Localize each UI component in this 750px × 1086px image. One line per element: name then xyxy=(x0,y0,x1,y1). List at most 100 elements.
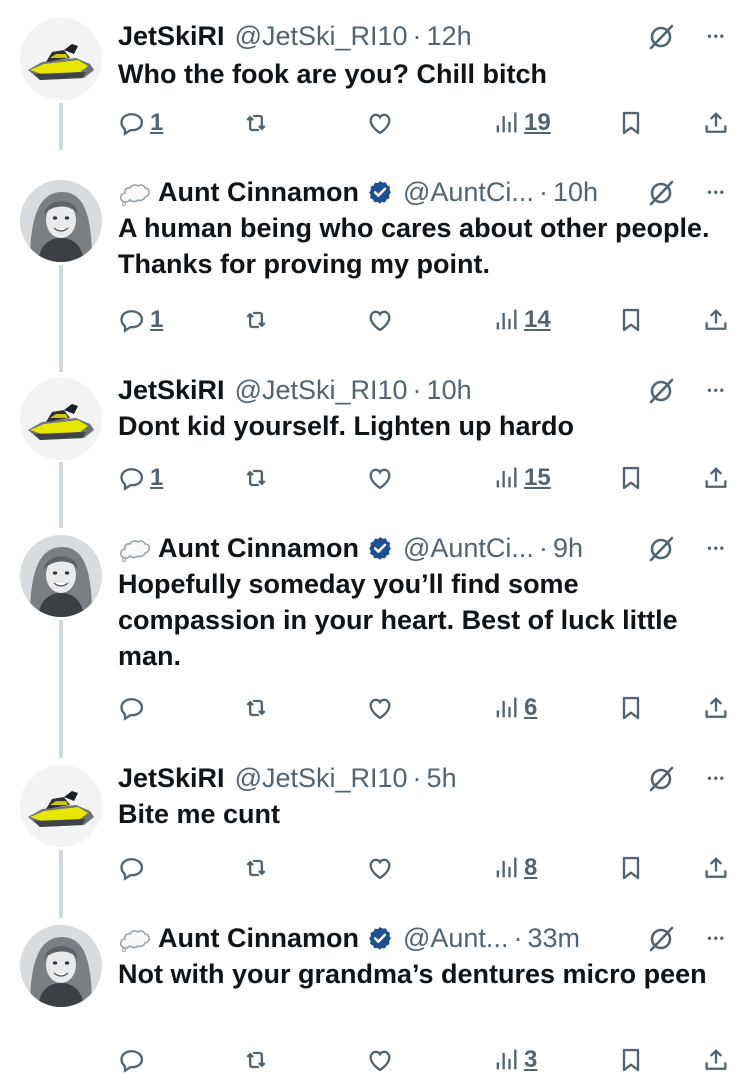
timestamp[interactable]: 12h xyxy=(427,16,472,56)
share-button[interactable] xyxy=(702,458,730,498)
like-icon xyxy=(366,694,394,722)
share-button[interactable] xyxy=(702,300,730,340)
timestamp[interactable]: 33m xyxy=(527,918,580,958)
reply-icon xyxy=(118,464,146,492)
cloud-emoji-icon xyxy=(118,924,152,952)
tweet-actions: 6 xyxy=(0,688,750,728)
cloud-emoji-icon xyxy=(118,178,152,206)
share-button[interactable] xyxy=(702,688,730,728)
tweet-text: Bite me cunt xyxy=(118,799,281,829)
grok-icon[interactable] xyxy=(646,764,676,794)
timestamp[interactable]: 9h xyxy=(553,528,583,568)
views-button[interactable]: 6 xyxy=(492,688,537,728)
views-count: 3 xyxy=(524,1046,538,1073)
tweet-actions: 3 xyxy=(0,1040,750,1080)
author-handle[interactable]: @Aunt... xyxy=(403,918,508,958)
more-icon[interactable]: ••• xyxy=(707,172,726,212)
views-button[interactable]: 15 xyxy=(492,458,551,498)
dot-separator: · xyxy=(412,375,422,405)
bookmark-button[interactable] xyxy=(617,300,645,340)
reply-icon xyxy=(118,854,146,882)
retweet-button[interactable] xyxy=(242,688,274,728)
avatar[interactable] xyxy=(20,180,102,262)
more-icon[interactable]: ••• xyxy=(707,758,726,798)
author-handle[interactable]: @JetSki_RI10 xyxy=(235,16,408,56)
reply-button[interactable] xyxy=(118,1040,150,1080)
share-icon xyxy=(702,1046,730,1074)
views-button[interactable]: 8 xyxy=(492,848,537,888)
author-handle[interactable]: @JetSki_RI10 xyxy=(235,370,408,410)
grok-icon[interactable] xyxy=(646,924,676,954)
reply-button[interactable] xyxy=(118,848,150,888)
grok-icon[interactable] xyxy=(646,178,676,208)
timestamp[interactable]: 5h xyxy=(427,758,457,798)
replies-count: 1 xyxy=(150,306,164,333)
author-name[interactable]: JetSkiRI xyxy=(118,16,225,56)
retweet-icon xyxy=(242,306,270,334)
tweet-text: Hopefully someday you’ll find some compa… xyxy=(118,569,678,671)
timestamp[interactable]: 10h xyxy=(427,370,472,410)
like-icon xyxy=(366,464,394,492)
author-name[interactable]: Aunt Cinnamon xyxy=(158,918,359,958)
share-button[interactable] xyxy=(702,848,730,888)
profile-photo-image xyxy=(20,925,102,1007)
like-button[interactable] xyxy=(366,688,398,728)
cloud-emoji-icon xyxy=(118,534,152,562)
retweet-icon xyxy=(242,854,270,882)
retweet-button[interactable] xyxy=(242,103,274,143)
grok-icon[interactable] xyxy=(646,22,676,52)
dot-separator: · xyxy=(513,923,523,953)
share-icon xyxy=(702,854,730,882)
timestamp[interactable]: 10h xyxy=(553,172,598,212)
views-icon xyxy=(492,854,520,882)
bookmark-button[interactable] xyxy=(617,688,645,728)
views-icon xyxy=(492,1046,520,1074)
author-name[interactable]: JetSkiRI xyxy=(118,758,225,798)
retweet-button[interactable] xyxy=(242,848,274,888)
like-button[interactable] xyxy=(366,848,398,888)
more-icon[interactable]: ••• xyxy=(707,370,726,410)
like-button[interactable] xyxy=(366,458,398,498)
author-handle[interactable]: @AuntCi... xyxy=(403,528,534,568)
more-icon[interactable]: ••• xyxy=(707,528,726,568)
bookmark-button[interactable] xyxy=(617,848,645,888)
dot-separator: · xyxy=(538,177,548,207)
grok-icon[interactable] xyxy=(646,376,676,406)
like-button[interactable] xyxy=(366,300,398,340)
avatar[interactable] xyxy=(20,535,102,617)
like-icon xyxy=(366,109,394,137)
bookmark-button[interactable] xyxy=(617,458,645,498)
grok-icon[interactable] xyxy=(646,534,676,564)
views-button[interactable]: 14 xyxy=(492,300,551,340)
bookmark-button[interactable] xyxy=(617,103,645,143)
bookmark-button[interactable] xyxy=(617,1040,645,1080)
share-button[interactable] xyxy=(702,1040,730,1080)
jetski-avatar-image xyxy=(20,18,102,100)
retweet-button[interactable] xyxy=(242,458,274,498)
bookmark-icon xyxy=(617,694,645,722)
author-name[interactable]: JetSkiRI xyxy=(118,370,225,410)
reply-button[interactable]: 1 xyxy=(118,300,163,340)
author-name[interactable]: Aunt Cinnamon xyxy=(158,528,359,568)
avatar[interactable] xyxy=(20,765,102,847)
author-name[interactable]: Aunt Cinnamon xyxy=(158,172,359,212)
reply-button[interactable]: 1 xyxy=(118,458,163,498)
like-button[interactable] xyxy=(366,1040,398,1080)
more-icon[interactable]: ••• xyxy=(707,918,726,958)
author-handle[interactable]: @JetSki_RI10 xyxy=(235,758,408,798)
author-handle[interactable]: @AuntCi... xyxy=(403,172,534,212)
avatar[interactable] xyxy=(20,378,102,460)
profile-photo-image xyxy=(20,180,102,262)
more-icon[interactable]: ••• xyxy=(707,16,726,56)
retweet-button[interactable] xyxy=(242,1040,274,1080)
reply-button[interactable] xyxy=(118,688,150,728)
verified-badge-icon xyxy=(367,925,393,951)
avatar[interactable] xyxy=(20,925,102,1007)
retweet-button[interactable] xyxy=(242,300,274,340)
views-button[interactable]: 19 xyxy=(492,103,551,143)
share-button[interactable] xyxy=(702,103,730,143)
like-button[interactable] xyxy=(366,103,398,143)
views-button[interactable]: 3 xyxy=(492,1040,537,1080)
avatar[interactable] xyxy=(20,18,102,100)
reply-button[interactable]: 1 xyxy=(118,103,163,143)
